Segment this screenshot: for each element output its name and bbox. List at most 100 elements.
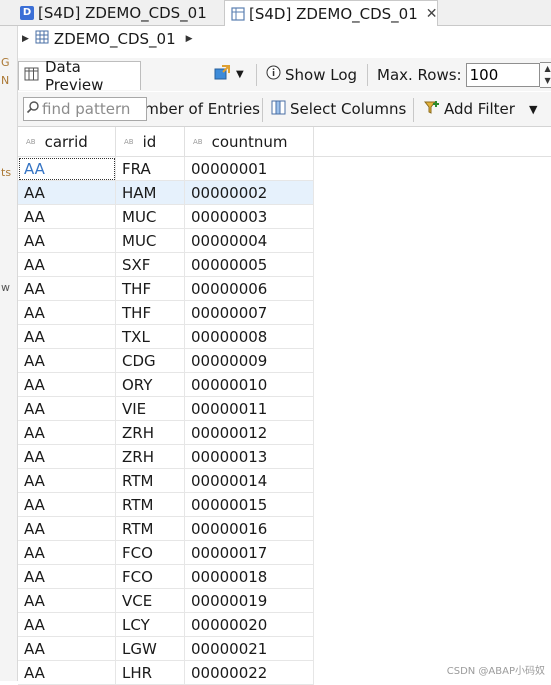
table-cell-id[interactable]: SXF: [116, 253, 185, 277]
table-row[interactable]: AA LGW 00000021: [18, 637, 551, 661]
spinner-down-icon[interactable]: ▼: [540, 75, 551, 87]
table-cell-carrid[interactable]: AA: [18, 229, 116, 253]
table-row[interactable]: AA TXL 00000008: [18, 325, 551, 349]
table-cell-countnum[interactable]: 00000022: [185, 661, 314, 685]
table-row[interactable]: AA CDG 00000009: [18, 349, 551, 373]
table-cell-carrid[interactable]: AA: [18, 253, 116, 277]
table-row[interactable]: AA MUC 00000003: [18, 205, 551, 229]
find-pattern-field[interactable]: find pattern: [23, 97, 147, 121]
table-row[interactable]: AA THF 00000007: [18, 301, 551, 325]
table-cell-countnum[interactable]: 00000015: [185, 493, 314, 517]
table-cell-countnum[interactable]: 00000018: [185, 565, 314, 589]
table-cell-carrid[interactable]: AA: [18, 613, 116, 637]
table-row[interactable]: AA SXF 00000005: [18, 253, 551, 277]
chevron-down-icon[interactable]: ▼: [529, 92, 537, 126]
table-row[interactable]: AA HAM 00000002: [18, 181, 551, 205]
table-cell-countnum[interactable]: 00000006: [185, 277, 314, 301]
table-cell-id[interactable]: THF: [116, 301, 185, 325]
table-cell-countnum[interactable]: 00000010: [185, 373, 314, 397]
table-cell-id[interactable]: LCY: [116, 613, 185, 637]
table-cell-countnum[interactable]: 00000019: [185, 589, 314, 613]
table-cell-carrid[interactable]: AA: [18, 349, 116, 373]
table-cell-countnum[interactable]: 00000017: [185, 541, 314, 565]
table-cell-id[interactable]: VCE: [116, 589, 185, 613]
table-row[interactable]: AA RTM 00000016: [18, 517, 551, 541]
table-cell-countnum[interactable]: 00000008: [185, 325, 314, 349]
table-row[interactable]: AA VIE 00000011: [18, 397, 551, 421]
close-icon[interactable]: ✕: [426, 6, 438, 22]
table-cell-id[interactable]: LGW: [116, 637, 185, 661]
table-cell-carrid[interactable]: AA: [18, 469, 116, 493]
table-cell-carrid[interactable]: AA: [18, 397, 116, 421]
table-cell-countnum[interactable]: 00000020: [185, 613, 314, 637]
table-cell-carrid[interactable]: AA: [18, 325, 116, 349]
spinner-up-icon[interactable]: ▲: [540, 63, 551, 75]
table-cell-id[interactable]: MUC: [116, 205, 185, 229]
table-row[interactable]: AA LCY 00000020: [18, 613, 551, 637]
table-cell-carrid[interactable]: AA: [18, 493, 116, 517]
table-cell-carrid[interactable]: AA: [18, 445, 116, 469]
table-row[interactable]: AA FCO 00000017: [18, 541, 551, 565]
table-row[interactable]: AA VCE 00000019: [18, 589, 551, 613]
expand-arrow-icon[interactable]: ▶: [22, 34, 29, 44]
table-cell-id[interactable]: ZRH: [116, 445, 185, 469]
table-cell-id[interactable]: LHR: [116, 661, 185, 685]
table-cell-countnum[interactable]: 00000004: [185, 229, 314, 253]
table-row[interactable]: AA ORY 00000010: [18, 373, 551, 397]
table-row[interactable]: AA ZRH 00000012: [18, 421, 551, 445]
table-cell-countnum[interactable]: 00000016: [185, 517, 314, 541]
table-cell-countnum[interactable]: 00000007: [185, 301, 314, 325]
table-cell-id[interactable]: ZRH: [116, 421, 185, 445]
table-cell-countnum[interactable]: 00000003: [185, 205, 314, 229]
table-cell-id[interactable]: ORY: [116, 373, 185, 397]
table-cell-id[interactable]: FCO: [116, 541, 185, 565]
table-cell-id[interactable]: RTM: [116, 517, 185, 541]
table-cell-id[interactable]: FRA: [116, 157, 185, 181]
column-header-carrid[interactable]: AB carrid: [18, 127, 116, 156]
table-cell-carrid[interactable]: AA: [18, 589, 116, 613]
table-cell-countnum[interactable]: 00000005: [185, 253, 314, 277]
table-cell-id[interactable]: RTM: [116, 469, 185, 493]
table-cell-carrid[interactable]: AA: [18, 181, 116, 205]
table-cell-countnum[interactable]: 00000001: [185, 157, 314, 181]
table-cell-carrid[interactable]: AA: [18, 301, 116, 325]
table-cell-countnum[interactable]: 00000014: [185, 469, 314, 493]
table-cell-carrid[interactable]: AA: [18, 205, 116, 229]
table-cell-countnum[interactable]: 00000009: [185, 349, 314, 373]
table-row[interactable]: AA THF 00000006: [18, 277, 551, 301]
column-header-id[interactable]: AB id: [116, 127, 185, 156]
editor-tab-cds[interactable]: D [S4D] ZDEMO_CDS_01: [0, 0, 222, 25]
table-cell-carrid[interactable]: AA: [18, 517, 116, 541]
table-row[interactable]: AA RTM 00000014: [18, 469, 551, 493]
table-cell-countnum[interactable]: 00000012: [185, 421, 314, 445]
table-cell-id[interactable]: FCO: [116, 565, 185, 589]
breadcrumb-label[interactable]: ZDEMO_CDS_01: [54, 30, 176, 48]
table-cell-carrid[interactable]: AA: [18, 373, 116, 397]
table-cell-carrid[interactable]: AA: [18, 421, 116, 445]
table-cell-id[interactable]: CDG: [116, 349, 185, 373]
table-cell-carrid[interactable]: AA: [18, 565, 116, 589]
table-cell-carrid[interactable]: AA: [18, 277, 116, 301]
table-cell-id[interactable]: MUC: [116, 229, 185, 253]
add-filter-button[interactable]: Add Filter: [423, 92, 515, 126]
table-cell-countnum[interactable]: 00000011: [185, 397, 314, 421]
table-row[interactable]: AA ZRH 00000013: [18, 445, 551, 469]
editor-tab-data-preview[interactable]: [S4D] ZDEMO_CDS_01 ✕: [224, 0, 438, 26]
table-cell-carrid[interactable]: AA: [18, 637, 116, 661]
table-cell-id[interactable]: VIE: [116, 397, 185, 421]
table-cell-id[interactable]: THF: [116, 277, 185, 301]
table-cell-id[interactable]: RTM: [116, 493, 185, 517]
tab-data-preview[interactable]: Data Preview: [18, 58, 141, 94]
table-cell-countnum[interactable]: 00000002: [185, 181, 314, 205]
table-cell-carrid[interactable]: AA: [18, 541, 116, 565]
chevron-right-icon[interactable]: ▶: [186, 34, 193, 44]
table-cell-countnum[interactable]: 00000021: [185, 637, 314, 661]
table-cell-carrid[interactable]: AA: [18, 157, 116, 181]
show-log-button[interactable]: Show Log: [266, 58, 357, 91]
select-columns-button[interactable]: Select Columns: [271, 92, 406, 126]
table-cell-carrid[interactable]: AA: [18, 661, 116, 685]
max-rows-input[interactable]: [465, 62, 540, 87]
table-row[interactable]: AA RTM 00000015: [18, 493, 551, 517]
table-cell-countnum[interactable]: 00000013: [185, 445, 314, 469]
table-row[interactable]: AA FCO 00000018: [18, 565, 551, 589]
